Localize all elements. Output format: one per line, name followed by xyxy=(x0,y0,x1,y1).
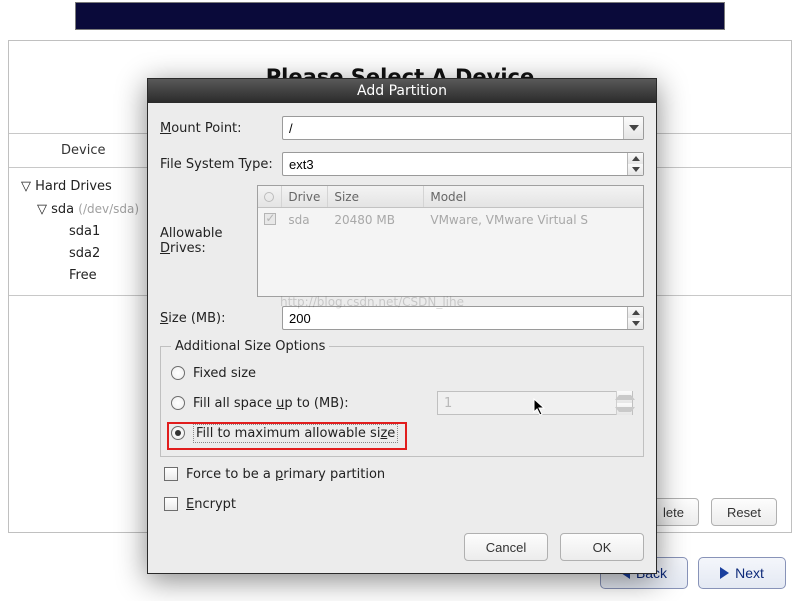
force-primary-label: Force to be a primary partition xyxy=(186,467,385,482)
radio-fill-max-label: Fill to maximum allowable size xyxy=(193,424,398,443)
encrypt-checkbox[interactable] xyxy=(164,497,178,511)
caret-up-icon[interactable] xyxy=(627,153,643,164)
spinner-down-icon[interactable] xyxy=(627,318,643,329)
fs-type-combo[interactable] xyxy=(282,152,644,176)
dialog-title: Add Partition xyxy=(148,79,656,103)
disabled-spinner-up-icon xyxy=(616,391,632,403)
allowable-drives-label: Allowable Drives: xyxy=(160,226,257,256)
add-partition-dialog: Add Partition Mount Point: File System T… xyxy=(147,78,657,574)
radio-fixed-size[interactable] xyxy=(171,366,185,380)
size-options-legend: Additional Size Options xyxy=(171,339,329,354)
mount-point-row: Mount Point: xyxy=(160,113,644,143)
force-primary-checkbox[interactable] xyxy=(164,467,178,481)
arrow-right-icon xyxy=(720,567,729,579)
installer-header-band xyxy=(75,2,725,30)
size-spinner[interactable] xyxy=(282,306,644,330)
mount-point-combo[interactable] xyxy=(282,116,644,140)
caret-down-icon[interactable] xyxy=(627,164,643,175)
mount-point-label: Mount Point: xyxy=(160,121,282,136)
size-label: Size (MB): xyxy=(160,311,282,326)
drive-row-checkbox[interactable] xyxy=(264,213,276,225)
size-options-group: Additional Size Options Fixed size Fill … xyxy=(160,339,644,457)
fs-type-input[interactable] xyxy=(283,153,627,175)
drive-row[interactable]: sda 20480 MB VMware, VMware Virtual S xyxy=(258,208,643,232)
next-button[interactable]: Next xyxy=(698,557,786,589)
spinner-up-icon[interactable] xyxy=(627,307,643,318)
fs-type-row: File System Type: xyxy=(160,149,644,179)
allowable-drives-box[interactable]: Drive Size Model sda 20480 MB VMware, VM… xyxy=(257,185,644,297)
reset-button[interactable]: Reset xyxy=(711,498,777,526)
disabled-spinner-down-icon xyxy=(616,403,632,415)
radio-fill-max[interactable] xyxy=(171,426,185,440)
encrypt-label: Encrypt xyxy=(186,497,236,512)
fill-up-to-value: 1 xyxy=(438,396,616,411)
size-input[interactable] xyxy=(283,307,627,329)
fill-up-to-spinner: 1 xyxy=(437,391,633,415)
fs-type-label: File System Type: xyxy=(160,157,282,172)
radio-fixed-label: Fixed size xyxy=(193,366,256,381)
ok-button[interactable]: OK xyxy=(560,533,644,561)
radio-fill-up-to-label: Fill all space up to (MB): xyxy=(193,396,349,411)
chevron-down-icon[interactable] xyxy=(623,117,643,139)
cancel-button[interactable]: Cancel xyxy=(464,533,548,561)
mount-point-input[interactable] xyxy=(283,117,623,139)
radio-fill-up-to[interactable] xyxy=(171,396,185,410)
drives-header: Drive Size Model xyxy=(258,186,643,208)
